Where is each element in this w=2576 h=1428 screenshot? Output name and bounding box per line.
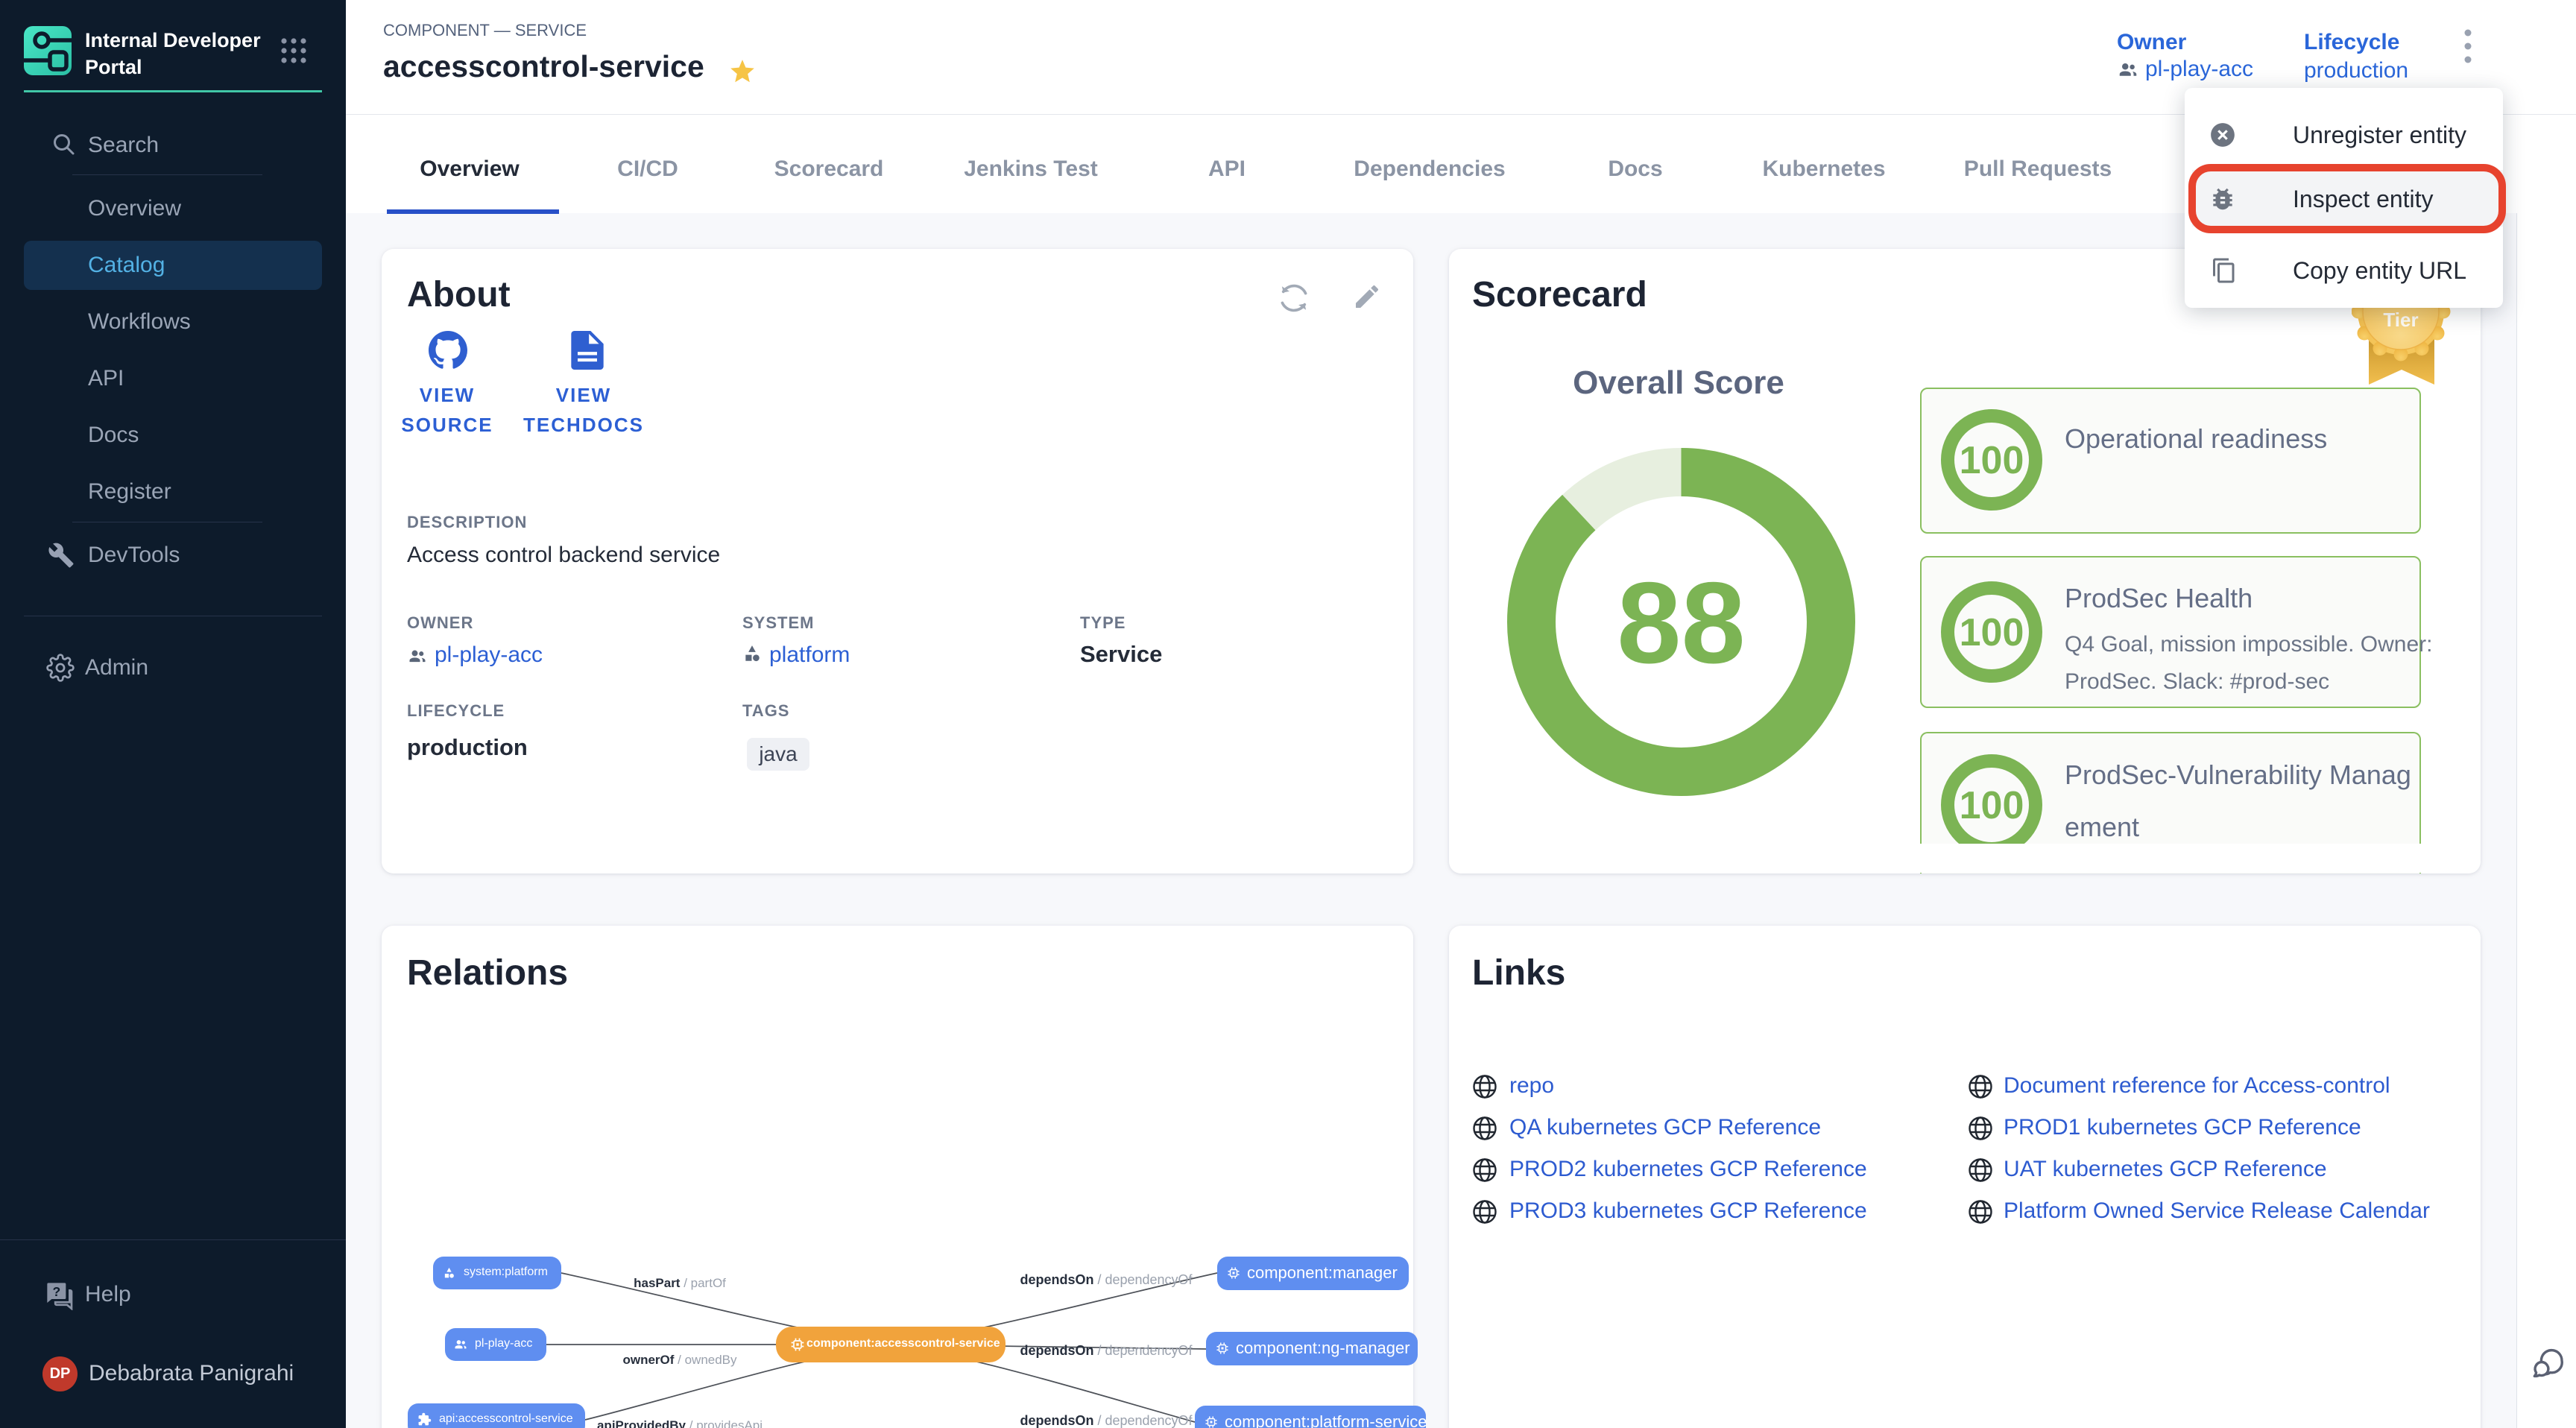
svg-text:88: 88 [1617,558,1745,687]
svg-text:Tier: Tier [2383,309,2418,331]
svg-text:?: ? [52,1284,60,1299]
svg-text:100: 100 [1960,439,2024,482]
svg-text:100: 100 [1960,611,2024,654]
svg-text:100: 100 [1960,784,2024,827]
